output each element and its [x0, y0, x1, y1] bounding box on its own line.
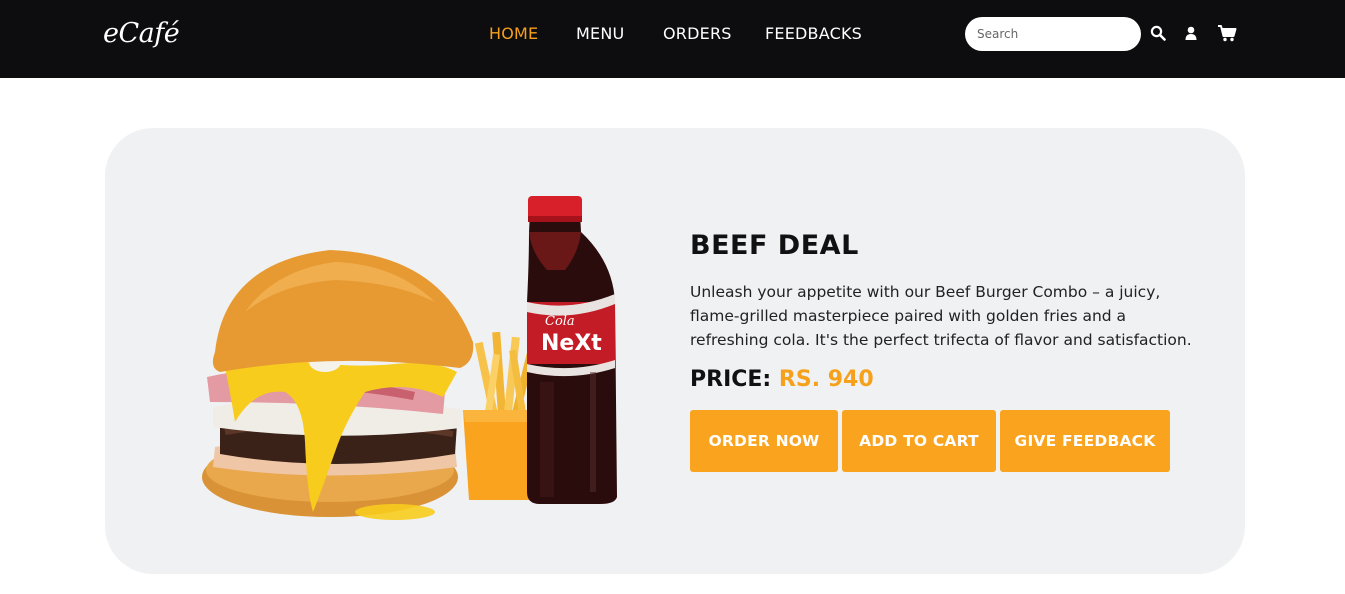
- price-label: PRICE:: [690, 367, 772, 392]
- product-title: BEEF DEAL: [690, 230, 859, 261]
- brand-logo[interactable]: eCafé: [103, 18, 180, 49]
- price-row: PRICE: RS. 940: [690, 367, 874, 392]
- nav-link-menu[interactable]: MENU: [576, 24, 624, 43]
- combo-image: Cola NeXt: [202, 196, 617, 520]
- search-input[interactable]: [965, 17, 1141, 51]
- user-icon[interactable]: [1183, 25, 1201, 43]
- nav-link-home[interactable]: HOME: [489, 24, 538, 43]
- order-now-button[interactable]: ORDER NOW: [690, 410, 838, 472]
- search-icon[interactable]: [1150, 25, 1168, 43]
- navbar: eCafé HOME MENU ORDERS FEEDBACKS: [0, 0, 1345, 78]
- nav-link-orders[interactable]: ORDERS: [663, 24, 732, 43]
- cart-icon[interactable]: [1217, 24, 1237, 42]
- bottle-name-text: NeXt: [541, 331, 602, 356]
- product-description: Unleash your appetite with our Beef Burg…: [690, 283, 1192, 349]
- bottle-brand-text: Cola: [545, 314, 575, 329]
- product-card: Cola NeXt BEEF DEAL Unleash your appetit…: [105, 128, 1245, 574]
- add-to-cart-button[interactable]: ADD TO CART: [842, 410, 996, 472]
- cola-bottle-illustration: Cola NeXt: [527, 196, 617, 504]
- give-feedback-button[interactable]: GIVE FEEDBACK: [1000, 410, 1170, 472]
- nav-link-feedbacks[interactable]: FEEDBACKS: [765, 24, 862, 43]
- price-value: RS. 940: [778, 367, 874, 392]
- burger-illustration: [202, 250, 474, 520]
